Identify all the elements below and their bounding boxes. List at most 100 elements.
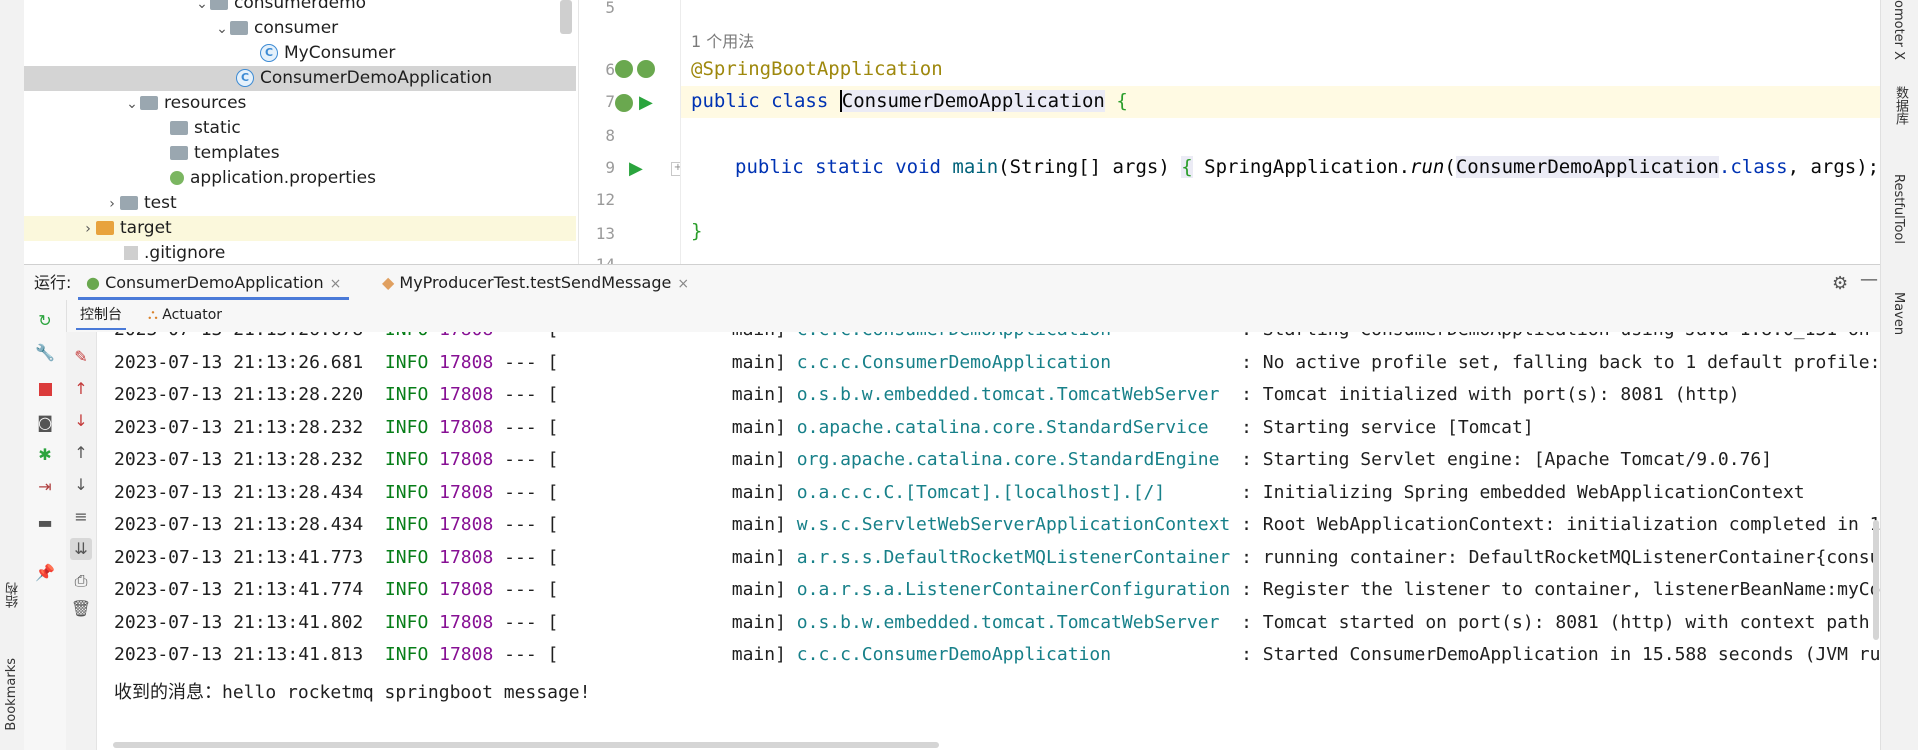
camera-icon[interactable]: ◙ <box>34 412 56 434</box>
stop-icon[interactable] <box>34 380 56 402</box>
tab-label: MyProducerTest.testSendMessage <box>399 273 672 292</box>
class-name: ConsumerDemoApplication <box>839 90 1105 112</box>
down-icon[interactable]: ↓ <box>70 474 92 496</box>
log-thread: main] <box>731 481 797 503</box>
scroll-to-end-icon[interactable]: ⇊ <box>70 538 92 560</box>
tree-item-static[interactable]: static <box>170 116 241 141</box>
pin-icon[interactable]: 📌 <box>34 562 56 584</box>
console-toolbar: ✎ ↑ ↓ ↑ ↓ ≡ ⇊ ⎙ 🗑 <box>66 332 97 750</box>
soft-wrap-icon[interactable]: ≡ <box>70 506 92 528</box>
tree-item-consumerdemo[interactable]: ⌄ consumerdemo <box>194 0 366 16</box>
tree-item-resources[interactable]: ⌄ resources <box>124 91 246 116</box>
log-logger[interactable]: w.s.c.ServletWebServerApplicationContext <box>797 514 1241 535</box>
project-tree-scrollbar[interactable] <box>560 0 572 34</box>
wrench-icon[interactable]: 🔧 <box>34 342 56 364</box>
close-icon[interactable]: × <box>330 276 342 292</box>
log-pid: 17808 <box>439 546 494 568</box>
log-lv: INFO <box>374 384 440 405</box>
database-tool-label[interactable]: 数据库 <box>1891 86 1910 125</box>
up-icon[interactable]: ↑ <box>70 442 92 464</box>
folder-icon <box>170 121 188 135</box>
minimize-icon[interactable]: — <box>1860 269 1878 290</box>
code-editor[interactable]: 1 个用法 @SpringBootApplication public clas… <box>680 0 1881 264</box>
run-gutter-icon[interactable]: ▶ <box>639 92 653 113</box>
chevron-right-icon[interactable]: › <box>104 192 120 217</box>
log-logger[interactable]: a.r.s.s.DefaultRocketMQListenerContainer <box>797 547 1241 568</box>
rerun-icon[interactable]: ↻ <box>34 310 56 332</box>
structure-tool-label[interactable]: 结构 <box>4 582 23 608</box>
class-icon: C <box>260 44 278 62</box>
log-pid: 17808 <box>439 351 494 373</box>
arrow-down-icon[interactable]: ↓ <box>70 410 92 432</box>
usage-hint[interactable]: 1 个用法 <box>691 28 754 52</box>
tab-consumerdemoapplication[interactable]: ● ConsumerDemoApplication × <box>78 265 350 300</box>
log-logger[interactable]: c.c.c.ConsumerDemoApplication <box>797 332 1241 340</box>
tree-item-label: static <box>194 118 241 138</box>
bookmarks-tool-label[interactable]: Bookmarks <box>4 658 19 731</box>
excluded-folder-icon <box>96 221 114 235</box>
chevron-right-icon[interactable]: › <box>80 217 96 242</box>
console-log-line: 2023-07-13 21:13:41.774 INFO 17808 --- [… <box>114 574 1880 606</box>
log-pid: 17808 <box>439 611 494 633</box>
log-msg: : running container: DefaultRocketMQList… <box>1241 546 1880 568</box>
log-sep: --- [ <box>493 332 731 340</box>
console-horizontal-scrollbar[interactable] <box>113 742 939 748</box>
console-vertical-scrollbar[interactable] <box>1873 520 1879 640</box>
tree-item-gitignore[interactable]: .gitignore <box>124 241 225 264</box>
console-log-line: 2023-07-13 21:13:28.434 INFO 17808 --- [… <box>114 477 1805 509</box>
chevron-down-icon[interactable]: ⌄ <box>214 17 230 42</box>
console-output[interactable]: 2023-07-13 21:13:26.678 INFO 17808 --- [… <box>97 332 1880 750</box>
tree-item-application-properties[interactable]: application.properties <box>170 166 376 191</box>
spring-config-icon[interactable] <box>637 60 655 78</box>
resources-folder-icon <box>140 96 158 110</box>
log-logger[interactable]: o.s.b.w.embedded.tomcat.TomcatWebServer <box>797 384 1241 405</box>
log-thread: main] <box>731 579 797 600</box>
log-logger[interactable]: c.c.c.ConsumerDemoApplication <box>797 644 1241 665</box>
spring-run-icon: ● <box>86 273 100 292</box>
tree-item-consumerdemoapplication[interactable]: C ConsumerDemoApplication <box>24 66 576 91</box>
tree-item-consumer[interactable]: ⌄ consumer <box>214 16 338 41</box>
log-logger[interactable]: org.apache.catalina.core.StandardEngine <box>797 449 1241 470</box>
arrow-up-icon[interactable]: ↑ <box>70 378 92 400</box>
log-logger[interactable]: c.c.c.ConsumerDemoApplication <box>797 352 1241 373</box>
print-icon[interactable]: ⎙ <box>70 570 92 592</box>
close-icon[interactable]: × <box>677 276 689 292</box>
keyword: static <box>815 156 884 178</box>
log-logger[interactable]: o.apache.catalina.core.StandardService <box>797 417 1241 438</box>
run-panel-header: 运行: ● ConsumerDemoApplication × ◆ MyProdu… <box>24 264 1880 302</box>
log-logger[interactable]: o.s.b.w.embedded.tomcat.TomcatWebServer <box>797 612 1241 633</box>
maven-tool-label[interactable]: Maven <box>1891 292 1906 335</box>
spring-bean-icon[interactable] <box>615 60 633 78</box>
tab-actuator[interactable]: ⛬ Actuator <box>148 300 222 330</box>
trash-icon[interactable]: 🗑 <box>70 598 92 620</box>
gear-icon[interactable]: ⚙ <box>1832 273 1848 294</box>
file-icon <box>124 246 138 260</box>
log-sep: --- [ <box>493 481 732 503</box>
clear-icon[interactable]: ✎ <box>70 346 92 368</box>
exit-icon[interactable]: ⇥ <box>34 476 56 498</box>
log-msg: : Starting Servlet engine: [Apache Tomca… <box>1241 449 1773 470</box>
console-log-line: 2023-07-13 21:13:41.802 INFO 17808 --- [… <box>114 607 1880 639</box>
tree-item-label: MyConsumer <box>284 43 396 63</box>
tree-item-templates[interactable]: templates <box>170 141 280 166</box>
run-gutter-icon[interactable]: ▶ <box>629 158 643 179</box>
keyword: .class <box>1718 156 1788 178</box>
tab-myproducertest[interactable]: ◆ MyProducerTest.testSendMessage × <box>374 265 697 300</box>
log-ts: 2023-07-13 21:13:41.813 <box>114 644 375 665</box>
restful-tool-label[interactable]: RestfulTool <box>1891 174 1906 244</box>
tree-item-test[interactable]: › test <box>104 191 176 217</box>
line-number: 5 <box>605 0 615 17</box>
tab-console[interactable]: 控制台 <box>76 300 126 330</box>
debug-icon[interactable]: ✱ <box>34 444 56 466</box>
log-logger[interactable]: o.a.c.c.C.[Tomcat].[localhost].[/] <box>797 482 1241 503</box>
log-thread: main] <box>731 546 797 568</box>
log-lv: INFO <box>374 611 440 633</box>
layout-icon[interactable]: ▬ <box>34 512 56 534</box>
tree-item-myconsumer[interactable]: C MyConsumer <box>260 41 395 66</box>
log-logger[interactable]: o.a.r.s.a.ListenerContainerConfiguration <box>797 579 1241 600</box>
tree-item-target[interactable]: › target <box>24 216 576 241</box>
chevron-down-icon[interactable]: ⌄ <box>194 0 210 17</box>
chevron-down-icon[interactable]: ⌄ <box>124 92 140 117</box>
promoter-x-tool-label[interactable]: omoter X <box>1891 0 1906 60</box>
spring-bean-icon[interactable] <box>615 94 633 112</box>
